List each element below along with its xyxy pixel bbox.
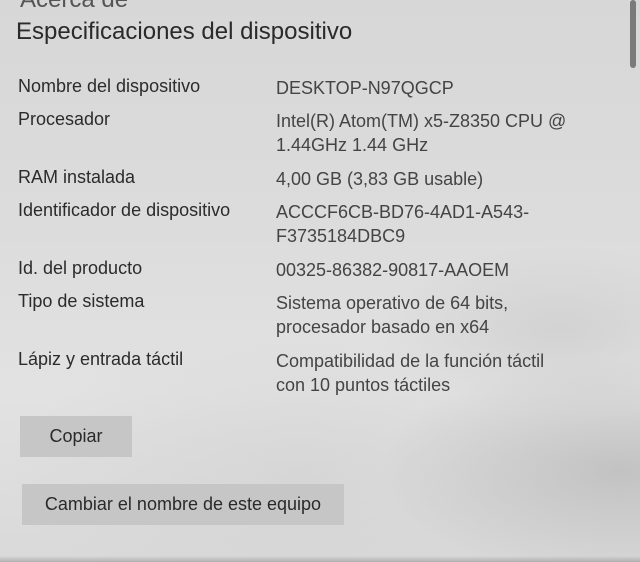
spec-label: Id. del producto [18, 258, 143, 278]
spec-value: DESKTOP-N97QGCP [276, 78, 454, 98]
spec-value: 00325-86382-90817-AAOEM [276, 260, 510, 280]
spec-value: Compatibilidad de la función táctil con … [276, 351, 545, 395]
spec-label: Identificador de dispositivo [18, 200, 231, 220]
bottom-edge-shadow [0, 556, 640, 562]
section-title: Especificaciones del dispositivo [16, 18, 353, 45]
spec-label: Procesador [18, 109, 111, 129]
scrollbar-thumb[interactable] [630, 0, 636, 68]
spec-label: Lápiz y entrada táctil [18, 349, 184, 369]
page-title: Acerca de [20, 0, 128, 14]
spec-value: Intel(R) Atom(TM) x5-Z8350 CPU @ 1.44GHz… [276, 111, 567, 155]
spec-value: Sistema operativo de 64 bits, procesador… [276, 293, 509, 337]
spec-label: Tipo de sistema [18, 291, 145, 311]
spec-label: Nombre del dispositivo [18, 76, 201, 96]
rename-pc-button[interactable]: Cambiar el nombre de este equipo [22, 484, 344, 525]
copy-button[interactable]: Copiar [20, 416, 132, 457]
spec-value: ACCCF6CB-BD76-4AD1-A543- F3735184DBC9 [276, 202, 530, 246]
spec-label: RAM instalada [18, 167, 136, 187]
device-specifications-panel: Acerca de Especificaciones del dispositi… [0, 0, 640, 562]
spec-value: 4,00 GB (3,83 GB usable) [276, 169, 484, 189]
